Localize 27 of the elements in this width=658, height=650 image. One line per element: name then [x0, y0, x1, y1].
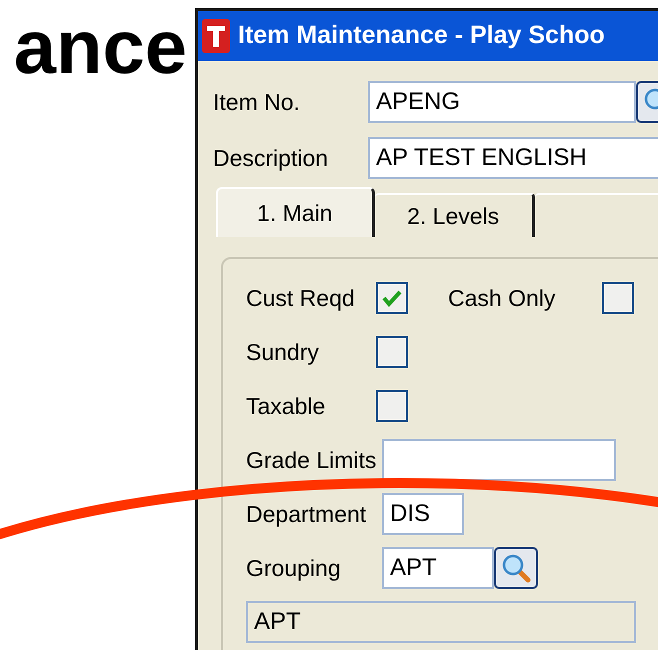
- field-label: Sundry: [246, 338, 320, 367]
- read-only-field: APT: [246, 601, 636, 643]
- field-label: Cust Reqd: [246, 284, 356, 313]
- field-label: Grade Limits: [246, 446, 378, 475]
- field-label: Taxable: [246, 392, 326, 421]
- input-field[interactable]: APENG: [368, 81, 636, 123]
- checkbox[interactable]: [376, 282, 408, 314]
- checkbox[interactable]: [376, 390, 408, 422]
- window-title: Item Maintenance - Play Schoo: [238, 20, 605, 52]
- field-label: Description: [213, 144, 330, 173]
- checkbox[interactable]: [602, 282, 634, 314]
- checkbox[interactable]: [376, 336, 408, 368]
- field-label: Grouping: [246, 554, 342, 583]
- input-field[interactable]: [382, 439, 616, 481]
- input-field[interactable]: APT: [382, 547, 494, 589]
- search-icon: [501, 553, 531, 583]
- checkmark-icon: [382, 289, 402, 307]
- input-field[interactable]: AP TEST ENGLISH: [368, 137, 658, 179]
- field-label: Item No.: [213, 88, 301, 117]
- field-label: Cash Only: [448, 284, 556, 313]
- app-logo-icon: [202, 19, 230, 53]
- lookup-button[interactable]: [494, 547, 538, 589]
- slide-title: ance: [12, 10, 187, 92]
- tab[interactable]: 2. Levels: [374, 193, 535, 237]
- input-field[interactable]: DIS: [382, 493, 464, 535]
- field-label: Department: [246, 500, 368, 529]
- tab[interactable]: 1. Main: [216, 187, 375, 237]
